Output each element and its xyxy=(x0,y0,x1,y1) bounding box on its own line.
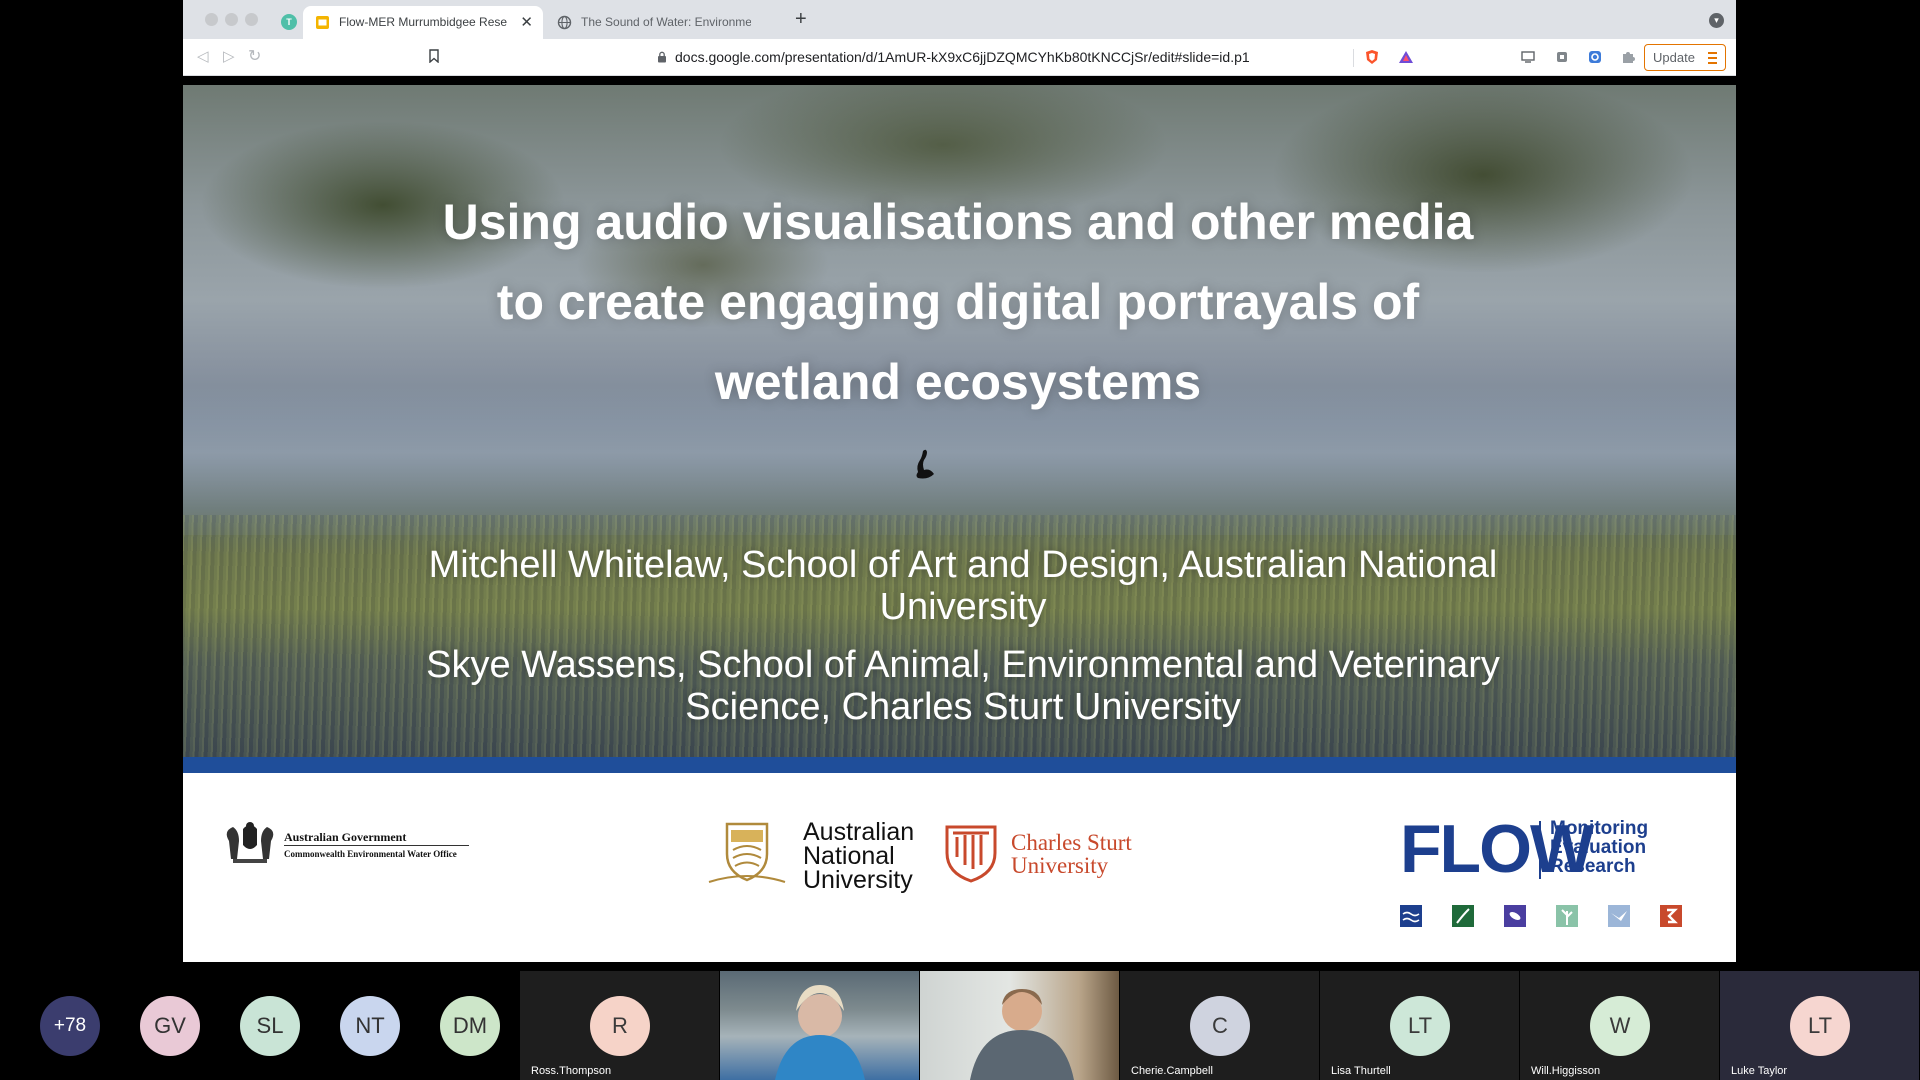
australian-government-logo: Australian Government Commonwealth Envir… xyxy=(221,821,471,867)
vegetation-icon xyxy=(1452,905,1474,927)
puzzle-icon[interactable] xyxy=(1620,49,1636,65)
participant-name: Will.Higgisson xyxy=(1531,1065,1601,1077)
swan-icon xyxy=(916,449,934,479)
google-slides-icon xyxy=(316,16,329,29)
profile-avatar[interactable]: T xyxy=(281,14,297,30)
maximize-window-button[interactable] xyxy=(245,13,258,26)
tree-icon xyxy=(1556,905,1578,927)
tab-title: The Sound of Water: Environmental xyxy=(581,15,751,29)
forward-icon[interactable]: ▷ xyxy=(223,47,235,65)
update-label: Update xyxy=(1653,50,1695,65)
person-video xyxy=(775,985,865,1080)
flow-subtitle-line: Research xyxy=(1550,856,1636,877)
wetland-background-photo: Using audio visualisations and other med… xyxy=(183,85,1736,757)
tab-search-icon[interactable]: ▾ xyxy=(1709,13,1724,28)
flow-subtitle-line: Evaluation xyxy=(1550,837,1647,858)
cast-icon[interactable] xyxy=(1520,49,1536,65)
author-line: Skye Wassens, School of Animal, Environm… xyxy=(426,644,1500,728)
bookmark-icon[interactable] xyxy=(429,49,439,63)
lock-icon xyxy=(658,51,666,63)
minimize-window-button[interactable] xyxy=(225,13,238,26)
more-participants-button[interactable]: +78 xyxy=(40,996,100,1056)
author-line: Mitchell Whitelaw, School of Art and Des… xyxy=(428,544,1498,628)
participant-avatar: W xyxy=(1590,996,1650,1056)
csu-name: Charles Sturt University xyxy=(1011,830,1132,878)
participant-tile[interactable]: LT Luke Taylor xyxy=(1720,971,1919,1080)
participant-name: Ross.Thompson xyxy=(531,1065,612,1077)
participant-name: Cherie.Campbell xyxy=(1131,1065,1213,1077)
divider xyxy=(1539,821,1541,879)
anu-name: Australian National University xyxy=(803,818,915,894)
slide-title: Using audio visualisations and other med… xyxy=(442,194,1474,410)
participant-tile[interactable]: W Will.Higgisson xyxy=(1520,971,1719,1080)
reload-icon[interactable]: ↻ xyxy=(248,46,261,66)
back-icon[interactable]: ◁ xyxy=(197,47,209,65)
fish-icon xyxy=(1504,905,1526,927)
flow-mer-logo: FLOW Monitoring Evaluation Research xyxy=(1400,815,1700,927)
participant-avatar: LT xyxy=(1790,996,1850,1056)
browser-window: T Flow-MER Murrumbidgee Rese ✕ The Sound… xyxy=(183,0,1736,971)
participant-avatar[interactable]: GV xyxy=(140,996,200,1056)
divider xyxy=(284,845,469,846)
update-button[interactable]: Update xyxy=(1644,44,1726,71)
gov-name: Australian Government xyxy=(284,830,407,844)
water-icon xyxy=(1400,905,1422,927)
url-text: docs.google.com/presentation/d/1AmUR-kX9… xyxy=(675,49,1250,65)
close-window-button[interactable] xyxy=(205,13,218,26)
coat-of-arms-icon xyxy=(226,822,274,863)
participant-avatar[interactable]: SL xyxy=(240,996,300,1056)
participant-avatar: R xyxy=(590,996,650,1056)
menu-icon xyxy=(1708,52,1717,67)
participant-avatar: LT xyxy=(1390,996,1450,1056)
flow-subtitle: Monitoring Evaluation Research xyxy=(1550,819,1648,876)
brave-rewards-icon[interactable] xyxy=(1398,49,1414,65)
brave-shield-icon[interactable] xyxy=(1364,49,1380,65)
participant-tile[interactable]: C Cherie.Campbell xyxy=(1120,971,1319,1080)
globe-icon xyxy=(557,15,572,30)
presentation-slide: Using audio visualisations and other med… xyxy=(183,85,1736,962)
new-tab-button[interactable]: + xyxy=(795,8,807,31)
bird-icon xyxy=(1608,905,1630,927)
divider xyxy=(1353,49,1354,67)
anu-crest-icon xyxy=(708,822,786,883)
charles-sturt-logo: Charles Sturt University xyxy=(943,823,1153,883)
blue-band xyxy=(183,757,1736,773)
csu-shield-icon xyxy=(945,825,997,883)
frog-icon xyxy=(1660,905,1682,927)
person-video xyxy=(970,989,1074,1080)
extension-icon[interactable] xyxy=(1554,49,1570,65)
address-bar[interactable]: docs.google.com/presentation/d/1AmUR-kX9… xyxy=(455,43,1345,71)
vpn-icon[interactable] xyxy=(1587,49,1603,65)
tab-bar: T Flow-MER Murrumbidgee Rese ✕ The Sound… xyxy=(183,0,1736,39)
participant-avatar: C xyxy=(1190,996,1250,1056)
participant-name: Lisa Thurtell xyxy=(1331,1065,1391,1077)
participant-video-tile[interactable] xyxy=(920,971,1119,1080)
gov-office: Commonwealth Environmental Water Office xyxy=(284,849,457,859)
participant-avatar[interactable]: DM xyxy=(440,996,500,1056)
participant-video-tile[interactable] xyxy=(720,971,919,1080)
participant-avatar[interactable]: NT xyxy=(340,996,400,1056)
anu-logo: Australian National University xyxy=(707,818,927,894)
browser-toolbar: ◁ ▷ ↻ docs.google.com/presentation/d/1Am… xyxy=(183,39,1736,76)
tab-sound-of-water[interactable]: The Sound of Water: Environmental xyxy=(545,6,785,39)
participant-tile[interactable]: LT Lisa Thurtell xyxy=(1320,971,1519,1080)
participant-name: Luke Taylor xyxy=(1731,1065,1788,1077)
participant-tile[interactable]: R Ross.Thompson xyxy=(520,971,719,1080)
close-tab-icon[interactable]: ✕ xyxy=(520,6,533,39)
tab-title: Flow-MER Murrumbidgee Rese xyxy=(339,15,508,29)
tab-flow-mer[interactable]: Flow-MER Murrumbidgee Rese ✕ xyxy=(303,6,543,39)
flow-subtitle-line: Monitoring xyxy=(1550,818,1649,839)
